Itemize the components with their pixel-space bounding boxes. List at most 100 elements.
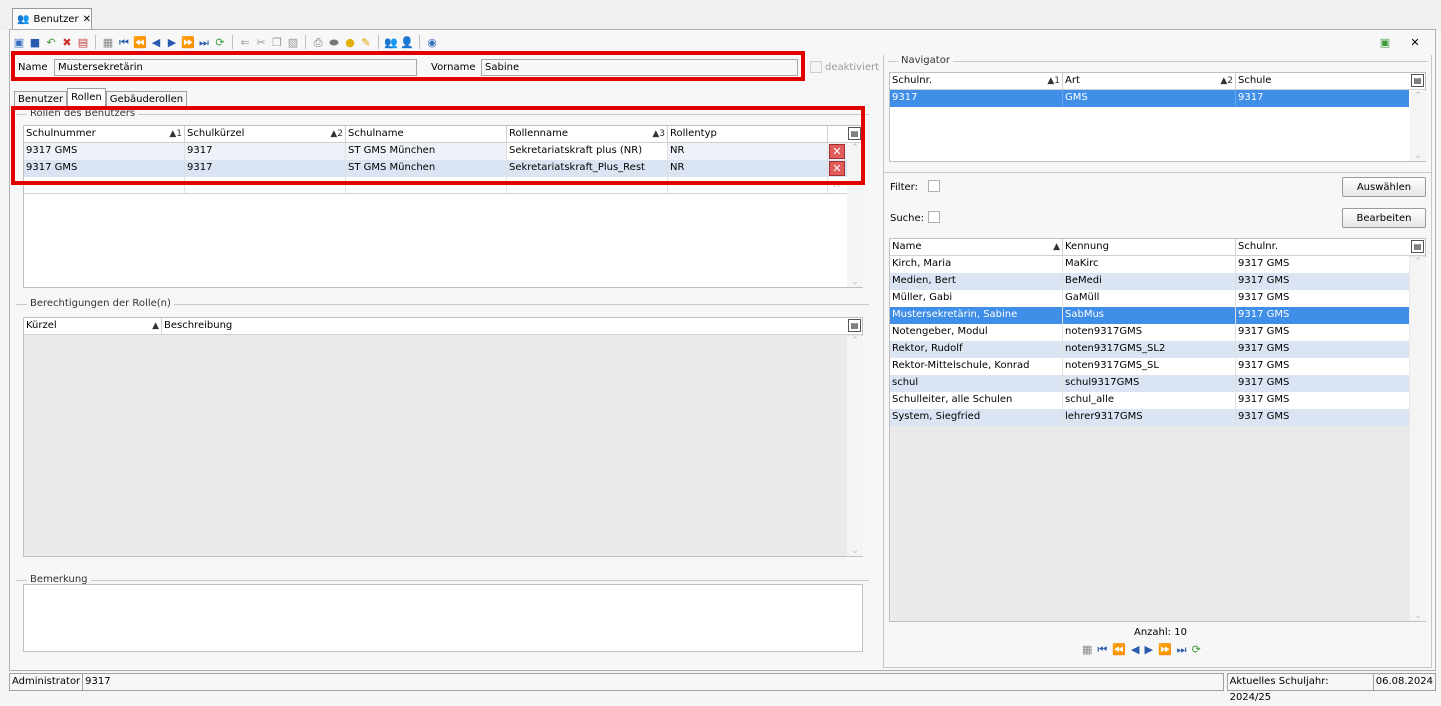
last-record-icon[interactable]: ⏭ — [197, 35, 211, 49]
remark-textarea[interactable] — [23, 584, 863, 652]
user-group-icon[interactable]: 👥 — [384, 35, 398, 49]
vorname-field[interactable]: Sabine — [481, 59, 798, 76]
refresh-icon[interactable]: ⟳ — [213, 35, 227, 49]
scroll-down-icon[interactable]: ⌄ — [851, 277, 859, 287]
roles-highlight-box — [11, 106, 865, 185]
filter-checkbox[interactable] — [928, 180, 940, 192]
scroll-down-icon[interactable]: ⌄ — [1414, 151, 1422, 161]
close-tab-icon[interactable]: ✕ — [83, 14, 91, 25]
users-list: Kirch, Maria MaKirc 9317 GMS Medien, Bert Be… — [890, 256, 1409, 426]
col-kuerzel[interactable]: Kürzel ▲ — [24, 318, 162, 334]
col-name[interactable]: Name ▲ — [890, 239, 1063, 255]
first-record-icon[interactable]: ⏮ — [117, 35, 131, 49]
col-beschreibung[interactable]: Beschreibung — [162, 318, 846, 334]
toolbar-separator — [305, 35, 306, 49]
prev-record-icon[interactable]: ◀ — [149, 35, 163, 49]
list-icon[interactable]: ▦ — [101, 35, 115, 49]
users-scrollbar[interactable]: ⌃ ⌄ — [1410, 257, 1426, 621]
refresh-icon[interactable]: ⟳ — [1192, 643, 1201, 657]
export-excel-icon[interactable]: ▣ — [1378, 35, 1392, 49]
fast-forward-icon[interactable]: ⏩ — [181, 35, 195, 49]
toolbar: ▣ ■ ↶ ✖ ▤ ▦ ⏮ ⏪ ◀ ▶ ⏩ ⏭ ⟳ ⇐ ✂ ❐ ▧ ⎙ ⬬ ● … — [12, 33, 439, 51]
cell-name: Notengeber, Modul — [890, 324, 1063, 341]
subtab-rollen[interactable]: Rollen — [67, 88, 106, 108]
scroll-up-icon[interactable]: ⌃ — [1414, 257, 1422, 267]
table-row[interactable]: Rektor-Mittelschule, Konrad noten9317GMS_… — [890, 358, 1409, 375]
table-row[interactable]: Schulleiter, alle Schulen schul_alle 9317 … — [890, 392, 1409, 409]
table-row[interactable]: Notengeber, Modul noten9317GMS 9317 GMS — [890, 324, 1409, 341]
cell-kennung: schul9317GMS — [1063, 375, 1236, 392]
delete-icon[interactable]: ✖ — [60, 35, 74, 49]
vorname-label: Vorname — [431, 62, 476, 73]
name-field[interactable]: Mustersekretärin — [54, 59, 417, 76]
cell-name: Rektor, Rudolf — [890, 341, 1063, 358]
print-preview-icon[interactable]: ▤ — [76, 35, 90, 49]
cut-icon[interactable]: ✂ — [254, 35, 268, 49]
tab-benutzer[interactable]: 👥 Benutzer ✕ — [12, 8, 92, 30]
table-row[interactable]: 9317 GMS 9317 — [890, 90, 1409, 107]
fast-back-icon[interactable]: ⏪ — [1112, 643, 1126, 657]
back-arrow-icon[interactable]: ⇐ — [238, 35, 252, 49]
table-row[interactable]: schul schul9317GMS 9317 GMS — [890, 375, 1409, 392]
edit-button[interactable]: Bearbeiten — [1342, 208, 1426, 228]
tab-title: Benutzer — [33, 14, 79, 25]
first-record-icon[interactable]: ⏮ — [1097, 643, 1107, 657]
export-icon[interactable]: ⬬ — [327, 35, 341, 49]
col-art[interactable]: Art ▲2 — [1063, 73, 1236, 89]
perms-scrollbar[interactable]: ⌃ ⌄ — [847, 336, 863, 556]
help-icon[interactable]: ◉ — [425, 35, 439, 49]
perms-legend: Berechtigungen der Rolle(n) — [27, 298, 174, 309]
fast-forward-icon[interactable]: ⏩ — [1158, 643, 1172, 657]
col-kennung[interactable]: Kennung — [1063, 239, 1236, 255]
table-row[interactable]: Mustersekretärin, Sabine SabMus 9317 GMS — [890, 307, 1409, 324]
next-record-icon[interactable]: ▶ — [1144, 643, 1152, 657]
fast-back-icon[interactable]: ⏪ — [133, 35, 147, 49]
printer-icon[interactable]: ⎙ — [311, 35, 325, 49]
column-chooser-icon[interactable]: ▤ — [1411, 240, 1424, 253]
next-record-icon[interactable]: ▶ — [165, 35, 179, 49]
cell-kennung: schul_alle — [1063, 392, 1236, 409]
clear-icon[interactable]: ✎ — [359, 35, 373, 49]
search-checkbox[interactable] — [928, 211, 940, 223]
copy-icon[interactable]: ❐ — [270, 35, 284, 49]
col-schulnr[interactable]: Schulnr. ▲1 — [890, 73, 1063, 89]
user-role-icon[interactable]: 👤 — [400, 35, 414, 49]
column-chooser-icon[interactable]: ▤ — [848, 319, 861, 332]
table-row[interactable]: Rektor, Rudolf noten9317GMS_SL2 9317 GMS — [890, 341, 1409, 358]
deaktiviert-checkbox[interactable] — [810, 61, 822, 73]
table-row[interactable]: Kirch, Maria MaKirc 9317 GMS — [890, 256, 1409, 273]
scroll-up-icon[interactable]: ⌃ — [1414, 91, 1422, 101]
hint-icon[interactable]: ● — [343, 35, 357, 49]
sort-asc-icon: ▲1 — [1047, 76, 1060, 86]
cell-name: Medien, Bert — [890, 273, 1063, 290]
cell-schulnr: 9317 — [890, 90, 1063, 107]
select-button[interactable]: Auswählen — [1342, 177, 1426, 197]
list-icon[interactable]: ▦ — [1082, 643, 1092, 657]
last-record-icon[interactable]: ⏭ — [1177, 643, 1187, 657]
navigator-scrollbar[interactable]: ⌃ ⌄ — [1410, 91, 1426, 161]
scroll-down-icon[interactable]: ⌄ — [851, 546, 859, 556]
cell-name: Müller, Gabi — [890, 290, 1063, 307]
cell-name: schul — [890, 375, 1063, 392]
new-icon[interactable]: ▣ — [12, 35, 26, 49]
close-window-icon[interactable]: ✕ — [1408, 35, 1422, 49]
prev-record-icon[interactable]: ◀ — [1131, 643, 1139, 657]
column-chooser-icon[interactable]: ▤ — [1411, 74, 1424, 87]
scroll-up-icon[interactable]: ⌃ — [851, 336, 859, 346]
col-schulnr[interactable]: Schulnr. — [1236, 239, 1409, 255]
users-icon: 👥 — [17, 14, 30, 25]
table-row[interactable]: System, Siegfried lehrer9317GMS 9317 GMS — [890, 409, 1409, 426]
table-row[interactable]: Müller, Gabi GaMüll 9317 GMS — [890, 290, 1409, 307]
cell-schulnr: 9317 GMS — [1238, 275, 1290, 286]
save-icon[interactable]: ■ — [28, 35, 42, 49]
count-label: Anzahl: 10 — [1134, 627, 1187, 638]
table-row[interactable]: Medien, Bert BeMedi 9317 GMS — [890, 273, 1409, 290]
scroll-down-icon[interactable]: ⌄ — [1414, 611, 1422, 621]
cell-schulnr: 9317 GMS — [1238, 394, 1290, 405]
paste-icon[interactable]: ▧ — [286, 35, 300, 49]
undo-icon[interactable]: ↶ — [44, 35, 58, 49]
cell-schulnr: 9317 GMS — [1238, 360, 1290, 371]
cell-name: Schulleiter, alle Schulen — [890, 392, 1063, 409]
status-school: 9317 — [83, 673, 1224, 691]
col-schule[interactable]: Schule — [1236, 73, 1409, 89]
